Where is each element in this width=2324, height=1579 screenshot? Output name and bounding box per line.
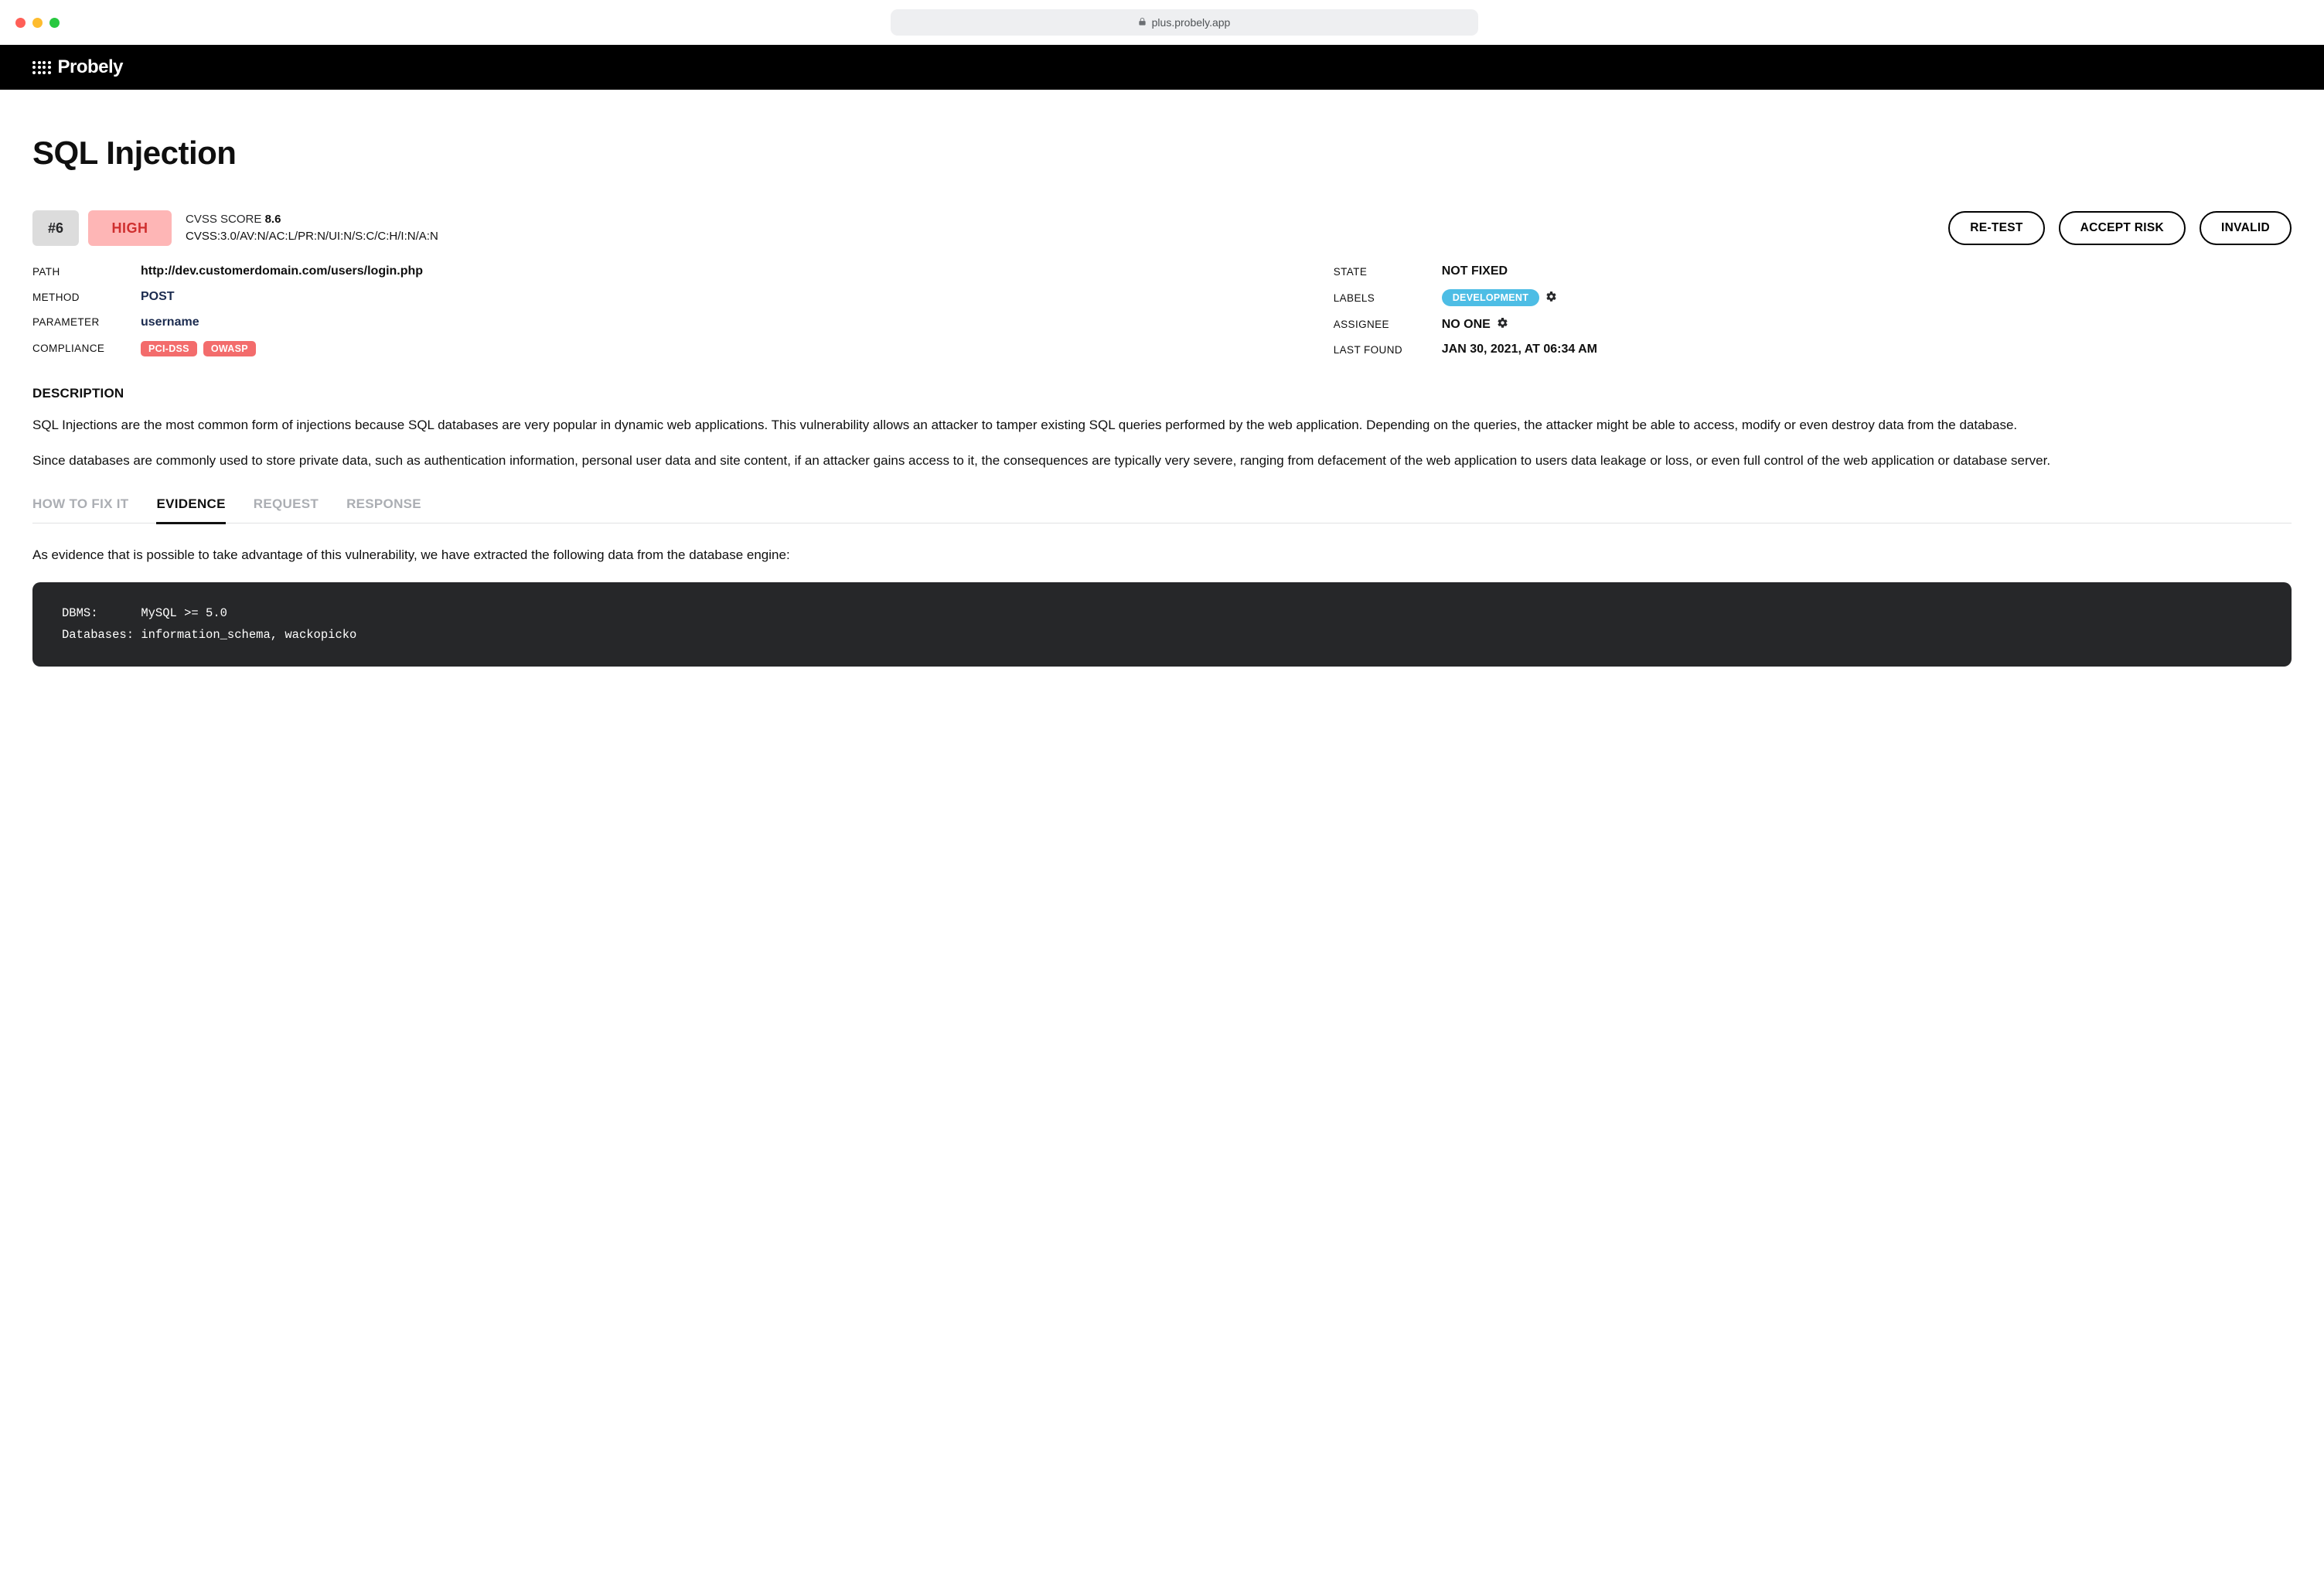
description-paragraph: SQL Injections are the most common form …: [32, 415, 2292, 435]
retest-button[interactable]: RE-TEST: [1948, 211, 2044, 245]
label-chip[interactable]: DEVELOPMENT: [1442, 289, 1539, 306]
cvss-label: CVSS SCORE: [186, 213, 261, 226]
description-paragraph: Since databases are commonly used to sto…: [32, 451, 2292, 471]
page-title: SQL Injection: [32, 135, 2292, 172]
address-bar-url: plus.probely.app: [1152, 16, 1231, 29]
window-chrome: plus.probely.app: [0, 0, 2324, 45]
brand-logo-icon: [32, 61, 51, 74]
accept-risk-button[interactable]: ACCEPT RISK: [2059, 211, 2186, 245]
lock-icon: [1138, 17, 1147, 29]
gear-icon[interactable]: [1545, 291, 1557, 305]
last-found-label: LAST FOUND: [1334, 344, 1425, 356]
assignee-value: NO ONE: [1442, 318, 1491, 332]
topbar: Probely: [0, 45, 2324, 90]
tab-response[interactable]: RESPONSE: [346, 496, 421, 524]
tab-how-to-fix-it[interactable]: HOW TO FIX IT: [32, 496, 128, 524]
gear-icon[interactable]: [1497, 317, 1508, 332]
tab-request[interactable]: REQUEST: [254, 496, 319, 524]
invalid-button[interactable]: INVALID: [2200, 211, 2292, 245]
parameter-label: PARAMETER: [32, 316, 124, 328]
parameter-value: username: [141, 315, 1303, 329]
state-label: STATE: [1334, 266, 1425, 278]
finding-id-badge: #6: [32, 210, 79, 246]
labels-chips: DEVELOPMENT: [1442, 289, 2292, 306]
meta-right-column: STATE NOT FIXED LABELS DEVELOPMENT ASSIG…: [1334, 264, 2292, 356]
evidence-intro: As evidence that is possible to take adv…: [32, 545, 2292, 565]
severity-badge: HIGH: [88, 210, 172, 246]
address-bar[interactable]: plus.probely.app: [891, 9, 1478, 36]
meta-left-column: PATH http://dev.customerdomain.com/users…: [32, 264, 1303, 356]
compliance-chips: PCI-DSS OWASP: [141, 341, 1303, 356]
minimize-window-button[interactable]: [32, 18, 43, 28]
fullscreen-window-button[interactable]: [49, 18, 60, 28]
tab-evidence[interactable]: EVIDENCE: [156, 496, 225, 524]
traffic-lights: [15, 18, 60, 28]
evidence-code-block: DBMS: MySQL >= 5.0 Databases: informatio…: [32, 582, 2292, 667]
brand-logo[interactable]: Probely: [32, 56, 123, 78]
cvss-vector: CVSS:3.0/AV:N/AC:L/PR:N/UI:N/S:C/C:H/I:N…: [186, 228, 438, 246]
path-label: PATH: [32, 266, 124, 278]
compliance-label: COMPLIANCE: [32, 343, 124, 354]
cvss-score: 8.6: [265, 213, 281, 226]
labels-label: LABELS: [1334, 292, 1425, 304]
description-body: SQL Injections are the most common form …: [32, 415, 2292, 470]
last-found-value: JAN 30, 2021, AT 06:34 AM: [1442, 343, 2292, 356]
close-window-button[interactable]: [15, 18, 26, 28]
method-value: POST: [141, 290, 1303, 304]
path-value: http://dev.customerdomain.com/users/logi…: [141, 264, 1303, 278]
cvss-block: CVSS SCORE 8.6 CVSS:3.0/AV:N/AC:L/PR:N/U…: [186, 211, 438, 246]
compliance-chip[interactable]: OWASP: [203, 341, 256, 356]
description-heading: DESCRIPTION: [32, 386, 2292, 401]
method-label: METHOD: [32, 292, 124, 303]
detail-tabs: HOW TO FIX IT EVIDENCE REQUEST RESPONSE: [32, 496, 2292, 523]
assignee-row: NO ONE: [1442, 317, 2292, 332]
assignee-label: ASSIGNEE: [1334, 319, 1425, 330]
state-value: NOT FIXED: [1442, 264, 2292, 278]
compliance-chip[interactable]: PCI-DSS: [141, 341, 197, 356]
brand-name: Probely: [58, 56, 124, 78]
